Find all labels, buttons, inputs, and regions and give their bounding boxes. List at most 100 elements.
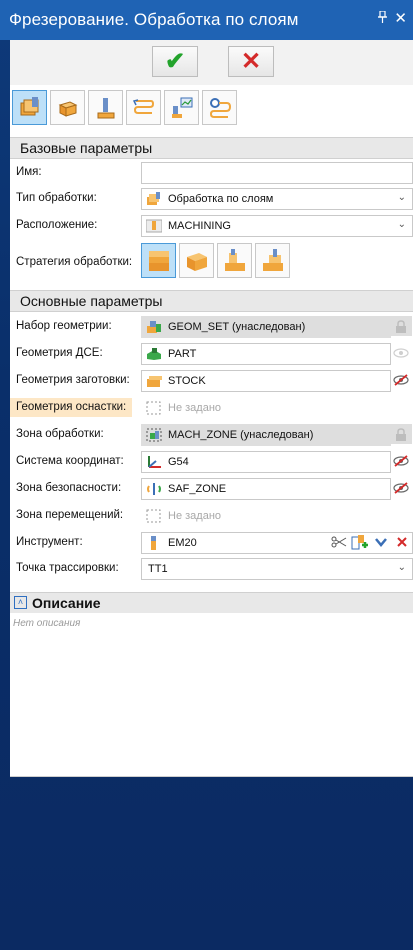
coord-system-row: Система координат: G54 <box>10 451 413 473</box>
mode-toolbar <box>12 90 237 126</box>
lock-icon[interactable] <box>390 316 412 336</box>
coord-system-label: Система координат: <box>16 455 124 467</box>
main-params-header[interactable]: Основные параметры <box>10 290 413 312</box>
close-icon[interactable]: ✕ <box>394 9 407 27</box>
safe-zone-row: Зона безопасности: SAF_ZONE <box>10 478 413 500</box>
strategy-contour-icon <box>262 248 283 271</box>
strategy-contour-button[interactable] <box>255 243 290 278</box>
name-input[interactable] <box>141 162 413 184</box>
stock-geom-label: Геометрия заготовки: <box>16 374 130 386</box>
strategy-buttons <box>141 243 290 278</box>
tool-label: Инструмент: <box>16 536 83 548</box>
geom-set-row: Набор геометрии: GEOM_SET (унаследован) <box>10 316 413 338</box>
part-block-icon <box>58 100 77 117</box>
toolpath-icon <box>132 98 154 114</box>
safety-zone-icon <box>147 483 161 495</box>
layer-milling-icon <box>147 192 160 205</box>
strategy-block-icon <box>186 252 207 271</box>
description-textarea[interactable]: Нет описания <box>10 613 413 777</box>
mach-zone-field[interactable]: MACH_ZONE (унаследован) <box>141 424 391 446</box>
add-tool-icon[interactable] <box>349 532 371 552</box>
strategy-step-icon <box>224 248 245 271</box>
safe-zone-field[interactable]: SAF_ZONE <box>141 478 391 500</box>
coord-system-field[interactable]: G54 <box>141 451 391 473</box>
stock-icon <box>147 376 162 387</box>
remove-tool-icon[interactable] <box>391 532 413 552</box>
name-label: Имя: <box>16 166 42 178</box>
layer-milling-button[interactable] <box>12 90 47 125</box>
scissors-icon[interactable] <box>328 532 350 552</box>
mach-zone-label: Зона обработки: <box>16 428 104 440</box>
eye-hidden-icon[interactable] <box>390 370 412 390</box>
move-zone-row: Зона перемещений: Не задано <box>10 505 413 527</box>
strategy-layers-icon <box>148 250 169 271</box>
visibility-eye-icon[interactable] <box>390 343 412 363</box>
ok-button[interactable]: ✔ <box>152 46 198 77</box>
trace-point-select[interactable]: TT1 ⌄ <box>141 558 413 580</box>
tool-button[interactable] <box>88 90 123 125</box>
stock-geom-field[interactable]: STOCK <box>141 370 391 392</box>
strategy-label: Стратегия обработки: <box>16 256 133 268</box>
empty-selection-icon <box>146 509 161 523</box>
machining-zone-icon <box>146 428 162 442</box>
mach-zone-row: Зона обработки: MACH_ZONE (унаследован) <box>10 424 413 446</box>
fixture-geom-field[interactable]: Не задано <box>141 397 413 419</box>
type-row: Тип обработки: Обработка по слоям ⌄ <box>10 188 413 210</box>
chevron-down-icon: ⌄ <box>397 562 406 573</box>
trace-point-button[interactable] <box>202 90 237 125</box>
coordinate-system-icon <box>148 456 161 468</box>
cross-icon: ✕ <box>240 47 262 75</box>
window-title: Фрезерование. Обработка по слоям <box>9 10 299 29</box>
location-label: Расположение: <box>16 219 98 231</box>
chevron-down-icon[interactable] <box>370 532 392 552</box>
eye-hidden-icon[interactable] <box>390 451 412 471</box>
end-mill-icon <box>151 536 156 550</box>
basic-params-header[interactable]: Базовые параметры <box>10 137 413 159</box>
tool-icon <box>97 97 114 118</box>
strategy-chart-button[interactable] <box>164 90 199 125</box>
part-geom-row: Геометрия ДСЕ: PART <box>10 343 413 365</box>
lock-icon[interactable] <box>390 424 412 444</box>
eye-hidden-icon[interactable] <box>390 478 412 498</box>
checkmark-icon: ✔ <box>164 47 186 75</box>
layer-milling-icon <box>20 96 38 115</box>
description-placeholder: Нет описания <box>13 618 81 629</box>
part-block-button[interactable] <box>50 90 85 125</box>
part-geom-field[interactable]: PART <box>141 343 391 365</box>
trace-icon <box>209 97 231 118</box>
cancel-button[interactable]: ✕ <box>228 46 274 77</box>
strategy-step-button[interactable] <box>217 243 252 278</box>
type-select[interactable]: Обработка по слоям ⌄ <box>141 188 413 210</box>
strategy-block-button[interactable] <box>179 243 214 278</box>
empty-selection-icon <box>146 401 161 415</box>
geometry-set-icon <box>147 321 161 333</box>
action-bar: ✔ ✕ <box>10 40 413 85</box>
trace-point-row: Точка трассировки: TT1 ⌄ <box>10 558 413 580</box>
operation-panel: ✔ ✕ Базовые параметры Имя: Тип обработки… <box>10 40 413 777</box>
geom-set-field[interactable]: GEOM_SET (унаследован) <box>141 316 391 338</box>
part-icon <box>147 348 161 360</box>
machining-icon <box>146 219 162 233</box>
fixture-geom-label: Геометрия оснастки: <box>10 398 133 417</box>
main-params-title: Основные параметры <box>20 293 163 309</box>
location-row: Расположение: MACHINING ⌄ <box>10 215 413 237</box>
strategy-chart-icon <box>171 97 192 118</box>
location-select[interactable]: MACHINING ⌄ <box>141 215 413 237</box>
strategy-row: Стратегия обработки: <box>10 243 413 283</box>
fixture-geom-row: Геометрия оснастки: Не задано <box>10 397 413 419</box>
move-zone-field[interactable]: Не задано <box>141 505 413 527</box>
name-row: Имя: <box>10 162 413 184</box>
pin-icon[interactable] <box>378 10 387 26</box>
description-title: Описание <box>32 595 101 611</box>
basic-params-title: Базовые параметры <box>20 140 153 156</box>
description-header[interactable]: ˄ Описание <box>10 592 413 614</box>
safe-zone-label: Зона безопасности: <box>16 482 122 494</box>
geom-set-label: Набор геометрии: <box>16 320 112 332</box>
collapse-toggle-icon[interactable]: ˄ <box>14 596 27 609</box>
type-label: Тип обработки: <box>16 192 97 204</box>
toolpath-button[interactable] <box>126 90 161 125</box>
strategy-layers-button[interactable] <box>141 243 176 278</box>
chevron-down-icon: ⌄ <box>397 219 406 230</box>
tool-row: Инструмент: EM20 <box>10 532 413 554</box>
move-zone-label: Зона перемещений: <box>16 509 124 521</box>
